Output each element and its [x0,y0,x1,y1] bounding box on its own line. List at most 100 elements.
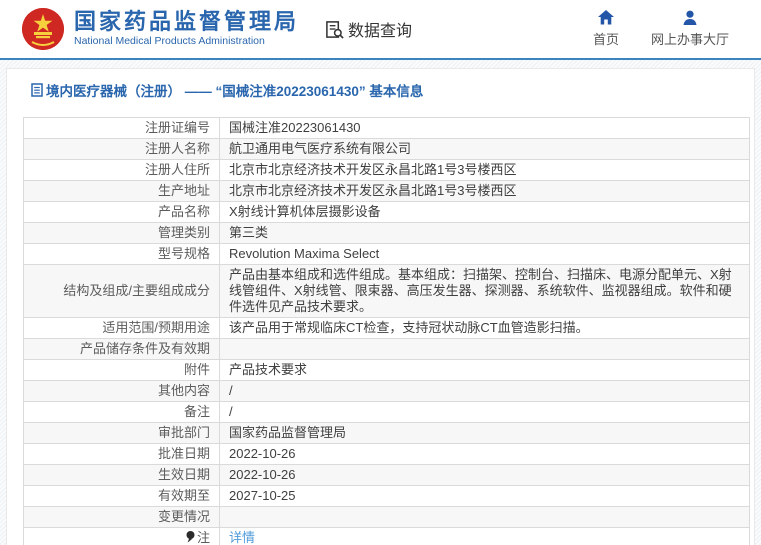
row-label-text: 产品储存条件及有效期 [79,341,210,356]
document-icon [31,83,43,97]
table-row: 有效期至 2027-10-25 [23,485,750,507]
row-label-text: 注 [196,530,210,545]
row-value: 该产品用于常规临床CT检查，支持冠状动脉CT血管造影扫描。 [219,317,750,339]
row-value: 产品技术要求 [219,359,750,381]
row-value: 航卫通用电气医疗系统有限公司 [219,138,750,160]
row-value: 2022-10-26 [219,443,750,465]
row-value: 产品由基本组成和选件组成。基本组成：扫描架、控制台、扫描床、电源分配单元、X射线… [219,264,750,318]
note-balloon-icon [186,531,195,543]
table-row: 生产地址 北京市北京经济技术开发区永昌北路1号3号楼西区 [23,180,750,202]
row-label: 注册人住所 [23,159,220,181]
row-label: 结构及组成/主要组成成分 [23,264,220,318]
row-label-text: 其他内容 [157,383,210,398]
row-label: 注册人名称 [23,138,220,160]
row-value: / [219,380,750,402]
table-row: 型号规格 Revolution Maxima Select [23,243,750,265]
table-row: 生效日期 2022-10-26 [23,464,750,486]
row-label: 注册证编号 [23,117,220,139]
row-value: 2022-10-26 [219,464,750,486]
nav-home-label: 首页 [592,32,619,47]
page-background: 境内医疗器械（注册） —— “国械注准20223061430” 基本信息 注册证… [0,60,761,545]
person-icon [683,10,697,25]
row-label-text: 审批部门 [157,425,210,440]
table-row: 变更情况 [23,506,750,528]
national-emblem-logo [22,8,64,50]
row-label: 附件 [23,359,220,381]
table-row: 产品名称 X射线计算机体层摄影设备 [23,201,750,223]
row-label: 审批部门 [23,422,220,444]
row-value: 北京市北京经济技术开发区永昌北路1号3号楼西区 [219,180,750,202]
row-label: 适用范围/预期用途 [23,317,220,339]
row-value: Revolution Maxima Select [219,243,750,265]
row-label: 其他内容 [23,380,220,402]
row-label-text: 变更情况 [157,509,210,524]
org-name-cn: 国家药品监督管理局 [74,9,300,35]
row-label-text: 结构及组成/主要组成成分 [63,283,210,298]
org-name-en: National Medical Products Administration [74,35,265,48]
info-table-body: 注册证编号 国械注准20223061430 注册人名称 航卫通用电气医疗系统有限公司注… [23,117,750,545]
row-value [219,506,750,528]
site-header: 国家药品监督管理局 National Medical Products Admi… [0,0,761,58]
table-row: 其他内容 / [23,380,750,402]
row-label-text: 管理类别 [157,225,210,240]
row-label: 产品储存条件及有效期 [23,338,220,360]
row-label-text: 生产地址 [157,183,210,198]
table-row: 批准日期 2022-10-26 [23,443,750,465]
row-value: 国家药品监督管理局 [219,422,750,444]
header-nav: 首页 网上办事大厅 [593,10,729,48]
breadcrumb-text: 境内医疗器械（注册） —— “国械注准20223061430” 基本信息 [46,84,424,99]
table-row: 结构及组成/主要组成成分 产品由基本组成和选件组成。基本组成：扫描架、控制台、扫描… [23,264,750,318]
data-query-label: 数据查询 [348,23,413,40]
row-label-text: 型号规格 [157,246,210,261]
row-value: 国械注准20223061430 [219,117,750,139]
table-row: 产品储存条件及有效期 [23,338,750,360]
row-label-text: 批准日期 [157,446,210,461]
row-label: 生效日期 [23,464,220,486]
row-label-text: 适用范围/预期用途 [102,320,210,335]
row-label: 生产地址 [23,180,220,202]
table-row: 适用范围/预期用途 该产品用于常规临床CT检查，支持冠状动脉CT血管造影扫描。 [23,317,750,339]
table-row: 管理类别 第三类 [23,222,750,244]
nav-online-hall-label: 网上办事大厅 [650,32,729,47]
breadcrumb: 境内医疗器械（注册） —— “国械注准20223061430” 基本信息 [31,80,754,100]
row-label-text: 附件 [183,362,210,377]
row-label-text: 生效日期 [157,467,210,482]
table-row: 注册人名称 航卫通用电气医疗系统有限公司 [23,138,750,160]
row-label: 批准日期 [23,443,220,465]
row-label: 有效期至 [23,485,220,507]
row-value: / [219,401,750,423]
row-label: 产品名称 [23,201,220,223]
row-label: 管理类别 [23,222,220,244]
registration-info-table: 注册证编号 国械注准20223061430 注册人名称 航卫通用电气医疗系统有限公司注… [23,117,750,545]
document-search-icon [326,20,344,39]
row-label-text: 注册人名称 [144,141,210,156]
row-label: 变更情况 [23,506,220,528]
row-label-text: 注册人住所 [144,162,210,177]
table-row: 审批部门 国家药品监督管理局 [23,422,750,444]
row-value: 第三类 [219,222,750,244]
table-row: 注册人住所 北京市北京经济技术开发区永昌北路1号3号楼西区 [23,159,750,181]
detail-link[interactable]: 详情 [229,530,255,545]
row-label: 注 [23,527,220,545]
content-panel: 境内医疗器械（注册） —— “国械注准20223061430” 基本信息 注册证… [6,68,755,545]
table-row: 注册证编号 国械注准20223061430 [23,117,750,139]
nav-online-hall[interactable]: 网上办事大厅 [651,10,729,48]
table-row: 备注 / [23,401,750,423]
row-value: X射线计算机体层摄影设备 [219,201,750,223]
row-value: 2027-10-25 [219,485,750,507]
row-value: 详情 [219,527,750,545]
row-label-text: 产品名称 [157,204,210,219]
home-icon [597,10,614,25]
row-label: 备注 [23,401,220,423]
row-label-text: 有效期至 [157,488,210,503]
data-query-tab[interactable]: 数据查询 [325,17,412,41]
nav-home[interactable]: 首页 [593,10,619,48]
row-label-text: 注册证编号 [144,120,210,135]
table-row: 注 详情 [23,527,750,545]
org-title-block: 国家药品监督管理局 National Medical Products Admi… [74,9,300,48]
table-row: 附件 产品技术要求 [23,359,750,381]
row-label-text: 备注 [183,404,210,419]
row-value: 北京市北京经济技术开发区永昌北路1号3号楼西区 [219,159,750,181]
row-label: 型号规格 [23,243,220,265]
row-value [219,338,750,360]
